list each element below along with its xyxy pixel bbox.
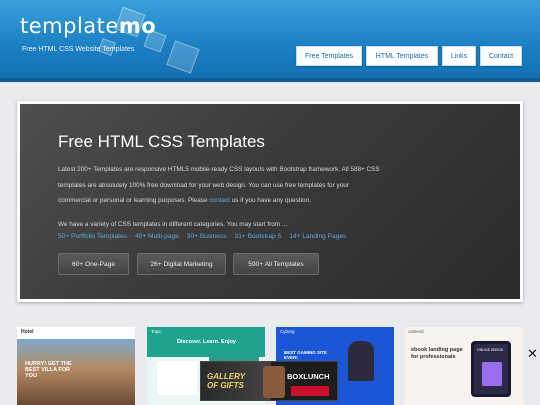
category-portfolio-link[interactable]: 50+ Portfolio Templates: [58, 233, 127, 240]
hero-text: commercial or personal or learning purpo…: [58, 197, 208, 204]
all-templates-button[interactable]: 590+ All Templates: [233, 253, 319, 275]
ad-cta-bar: [291, 386, 329, 396]
template-thumbnail-villa[interactable]: Hotel HURRY! GET THE BEST VILLA FOR YOU: [17, 327, 135, 405]
close-ad-icon[interactable]: ✕: [527, 346, 538, 362]
nav-html-templates[interactable]: HTML Templates: [366, 46, 438, 66]
thumb-badge: ONLINE EBOOK: [477, 348, 504, 352]
hero-title: Free HTML CSS Templates: [58, 132, 265, 151]
category-bootstrap-link[interactable]: 31+ Bootstrap 5: [235, 233, 282, 240]
thumb-brand: Topic: [151, 329, 162, 334]
thumb-tablet-image: ONLINE EBOOK: [471, 341, 511, 397]
thumb-headline: ebook landing page for professionals: [411, 347, 463, 360]
thumb-headline: Discover. Learn. Enjoy: [177, 339, 236, 345]
ad-banner[interactable]: GALLERY OF GIFTS BOXLUNCH: [200, 361, 338, 401]
site-tagline: Free HTML CSS Website Templates: [22, 46, 135, 53]
logo-text: template: [20, 14, 119, 38]
thumb-card: [157, 361, 197, 395]
one-page-button[interactable]: 60+ One-Page: [58, 253, 129, 275]
ad-figure-image: [263, 366, 285, 398]
site-header: templatemo Free HTML CSS Website Templat…: [0, 0, 540, 78]
thumb-brand: ordered: [408, 329, 424, 334]
ad-boxlunch-text: BOXLUNCH: [287, 372, 330, 381]
logo-text-suffix: mo: [118, 14, 157, 38]
hero-text: us if you have any question.: [231, 197, 311, 204]
hero-frame: Free HTML CSS Templates Latest 200+ Temp…: [17, 101, 523, 302]
nav-free-templates[interactable]: Free Templates: [296, 46, 362, 66]
category-links: 50+ Portfolio Templates 40+ Multi-page 3…: [58, 233, 346, 240]
site-logo[interactable]: templatemo: [20, 14, 156, 38]
contact-link[interactable]: contact: [209, 197, 230, 204]
category-business-link[interactable]: 30+ Business: [187, 233, 227, 240]
category-landing-link[interactable]: 14+ Landing Pages: [289, 233, 346, 240]
hero-panel: Free HTML CSS Templates Latest 200+ Temp…: [20, 104, 520, 299]
category-multipage-link[interactable]: 40+ Multi-page: [135, 233, 179, 240]
thumb-brand: Hotel: [21, 329, 34, 335]
hero-paragraph-2: We have a variety of CSS templates in di…: [58, 221, 288, 228]
hero-line: Latest 200+ Templates are responsive HTM…: [58, 166, 380, 173]
nav-links[interactable]: Links: [442, 46, 476, 66]
template-thumbnail-ebook[interactable]: ordered ebook landing page for professio…: [405, 327, 523, 405]
header-bottom-band: [0, 78, 540, 82]
digital-marketing-button[interactable]: 26+ Digital Marketing: [137, 253, 226, 275]
thumb-illustration: [482, 362, 502, 386]
thumb-headline: HURRY! GET THE BEST VILLA FOR YOU: [25, 361, 72, 379]
hero-paragraph-1: Latest 200+ Templates are responsive HTM…: [58, 162, 393, 209]
ad-left-panel: GALLERY OF GIFTS: [201, 362, 271, 400]
decor-square: [166, 40, 200, 74]
thumb-character-image: [348, 341, 374, 381]
thumb-navbar: Hotel: [17, 327, 135, 339]
ad-gallery-text: GALLERY OF GIFTS: [207, 372, 245, 390]
thumb-brand: Cyborg: [280, 329, 295, 334]
thumb-banner: Topic Discover. Learn. Enjoy: [147, 327, 265, 357]
nav-contact[interactable]: Contact: [480, 46, 522, 66]
hero-line: templates are absolutely 100% free downl…: [58, 181, 349, 189]
hero-line: commercial or personal or learning purpo…: [58, 193, 393, 209]
thumb-headline: BEST GAMING SITE EVER!: [284, 350, 328, 360]
